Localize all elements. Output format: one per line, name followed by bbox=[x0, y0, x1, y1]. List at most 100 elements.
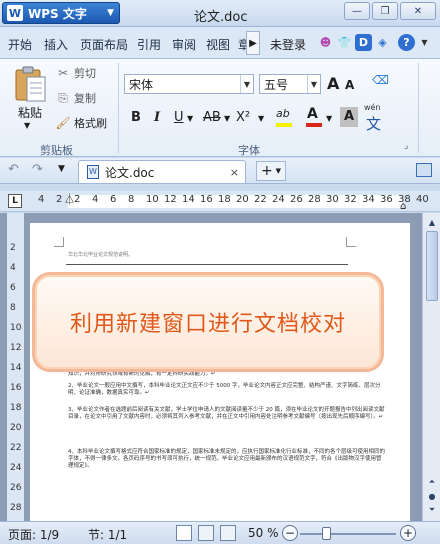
strikethrough-button[interactable]: AB bbox=[203, 110, 221, 125]
underline-button[interactable]: U bbox=[174, 110, 184, 125]
highlight-button[interactable]: ab bbox=[274, 107, 296, 129]
strikethrough-dropdown-icon[interactable]: ▼ bbox=[224, 114, 230, 123]
previous-page-icon[interactable]: ⏶ bbox=[425, 475, 439, 489]
sync-icon[interactable]: ◈ bbox=[374, 34, 391, 51]
close-tab-icon[interactable]: × bbox=[230, 166, 239, 179]
document-tab[interactable]: W 论文.doc × bbox=[78, 160, 246, 183]
font-size-combo[interactable]: 五号 ▼ bbox=[259, 74, 321, 94]
tab-stop-icon[interactable]: L bbox=[8, 194, 22, 208]
section-indicator[interactable]: 节: 1/1 bbox=[88, 526, 127, 543]
web-view-icon[interactable] bbox=[220, 525, 236, 541]
status-bar: 页面: 1/9 节: 1/1 50 % − + bbox=[0, 521, 440, 544]
font-dialog-launcher-icon[interactable]: ⌟ bbox=[404, 141, 408, 151]
underline-dropdown-icon[interactable]: ▼ bbox=[187, 114, 193, 123]
vruler-mark: 18 bbox=[10, 403, 22, 413]
shrink-font-icon[interactable]: A bbox=[345, 78, 354, 92]
font-color-dropdown-icon[interactable]: ▼ bbox=[326, 114, 332, 123]
chevron-down-icon: ▼ bbox=[275, 167, 282, 175]
zoom-level[interactable]: 50 % bbox=[248, 526, 279, 540]
highlight-icon: ab bbox=[276, 107, 290, 120]
vruler-mark: 24 bbox=[10, 463, 22, 473]
title-bar: W WPS 文字 ▼ 论文.doc — ❐ ✕ bbox=[0, 0, 440, 27]
format-painter-button[interactable]: 🖌 格式刷 bbox=[55, 115, 107, 131]
quick-access-dropdown-icon[interactable]: ▼ bbox=[58, 164, 65, 174]
ruler-mark: 40 bbox=[416, 194, 429, 205]
clear-format-icon[interactable]: ⌫ bbox=[372, 73, 390, 91]
ruler-mark: 22 bbox=[254, 194, 267, 205]
phonetic-guide-button[interactable]: wén 文 bbox=[362, 103, 392, 133]
new-tab-button[interactable]: + ▼ bbox=[256, 161, 286, 181]
shirt-icon[interactable]: 👕 bbox=[336, 34, 353, 51]
vruler-mark: 10 bbox=[10, 323, 22, 333]
help-dropdown-icon[interactable]: ▼ bbox=[416, 34, 433, 51]
copy-button[interactable]: ⎘ 复制 bbox=[56, 90, 96, 106]
right-indent-icon[interactable]: ⌂ bbox=[400, 201, 406, 212]
tab-start[interactable]: 开始 bbox=[8, 36, 32, 53]
left-indent-icon[interactable]: ⏃ bbox=[64, 191, 75, 207]
window-title: 论文.doc bbox=[194, 10, 248, 25]
triangle-down-icon: ▼ bbox=[107, 8, 114, 18]
zoom-slider-track[interactable] bbox=[300, 533, 396, 535]
login-status[interactable]: 未登录 bbox=[270, 36, 306, 53]
horizontal-ruler[interactable]: L 4 2 2 4 6 8 10 12 14 16 18 20 22 24 26 28 30 32 34 36 38 40… bbox=[0, 191, 440, 212]
tab-page-layout[interactable]: 页面布局 bbox=[80, 36, 128, 53]
char-shading-button[interactable]: A bbox=[340, 107, 358, 127]
scroll-up-icon[interactable]: ▲ bbox=[425, 215, 439, 229]
redo-icon[interactable]: ↷ bbox=[32, 162, 43, 177]
restore-button[interactable]: ❐ bbox=[372, 2, 398, 20]
cut-label: 剪切 bbox=[74, 67, 96, 80]
ruler-mark: 26 bbox=[290, 194, 303, 205]
scrollbar-thumb[interactable] bbox=[426, 231, 438, 301]
document-page[interactable]: 华北华北毕业论文规范说明。 知识，并对所研究领域有新的见解，有一定科研实践能力。… bbox=[30, 223, 410, 521]
corner-mark bbox=[346, 237, 356, 247]
menu-bar: 开始 插入 页面布局 引用 审阅 视图 章 ▶ 未登录 ☻ 👕 D ◈ ? ▼ bbox=[0, 27, 440, 59]
tab-review[interactable]: 审阅 bbox=[172, 36, 196, 53]
cut-button[interactable]: ✂ 剪切 bbox=[56, 65, 96, 81]
vruler-mark: 8 bbox=[10, 303, 16, 313]
ruler-mark: 18 bbox=[218, 194, 231, 205]
tab-view[interactable]: 视图 bbox=[206, 36, 230, 53]
minimize-button[interactable]: — bbox=[344, 2, 370, 20]
font-color-icon: A bbox=[307, 106, 318, 122]
help-icon[interactable]: ? bbox=[398, 34, 415, 51]
ruler-mark: 16 bbox=[200, 194, 213, 205]
undo-icon[interactable]: ↶ bbox=[8, 162, 19, 177]
font-name-combo[interactable]: 宋体 ▼ bbox=[124, 74, 254, 94]
vertical-ruler[interactable]: 2 4 6 8 10 12 14 16 18 20 22 24 26 28 bbox=[7, 213, 24, 521]
vertical-scrollbar[interactable]: ▲ ⏶ ● ⏷ bbox=[422, 213, 440, 521]
italic-button[interactable]: I bbox=[154, 110, 160, 125]
d-icon[interactable]: D bbox=[355, 34, 372, 51]
pinyin-label: wén bbox=[364, 103, 381, 112]
font-color-button[interactable]: A bbox=[304, 106, 324, 129]
close-button[interactable]: ✕ bbox=[400, 2, 436, 20]
select-browse-object-icon[interactable]: ● bbox=[425, 489, 439, 503]
wen-char-icon: 文 bbox=[366, 115, 382, 133]
zoom-out-button[interactable]: − bbox=[282, 525, 298, 541]
close-icon: ✕ bbox=[413, 5, 423, 17]
tab-chapter[interactable]: 章 bbox=[238, 36, 246, 53]
bold-button[interactable]: B bbox=[131, 110, 141, 125]
full-screen-view-icon[interactable] bbox=[198, 525, 214, 541]
tabs-scroll-button[interactable]: ▶ bbox=[246, 31, 260, 55]
wps-app-menu-button[interactable]: W WPS 文字 ▼ bbox=[2, 2, 120, 24]
ruler-mark: 36 bbox=[380, 194, 393, 205]
tab-references[interactable]: 引用 bbox=[137, 36, 161, 53]
restore-icon: ❐ bbox=[380, 5, 390, 17]
font-group-label: 字体 bbox=[238, 144, 260, 157]
ruler-mark: 4 bbox=[38, 194, 45, 205]
superscript-button[interactable]: X² bbox=[236, 110, 250, 125]
font-name-value: 宋体 bbox=[129, 77, 154, 92]
ruler-mark: 28 bbox=[308, 194, 321, 205]
superscript-dropdown-icon[interactable]: ▼ bbox=[258, 114, 264, 123]
tab-insert[interactable]: 插入 bbox=[44, 36, 68, 53]
zoom-in-button[interactable]: + bbox=[400, 525, 416, 541]
layout-toggle-icon[interactable] bbox=[416, 163, 432, 177]
grow-font-icon[interactable]: A bbox=[327, 74, 339, 93]
skin-icon[interactable]: ☻ bbox=[317, 34, 334, 51]
page-indicator[interactable]: 页面: 1/9 bbox=[8, 526, 59, 543]
next-page-icon[interactable]: ⏷ bbox=[425, 503, 439, 517]
zoom-slider-knob[interactable] bbox=[322, 527, 332, 540]
chevron-right-icon: ▶ bbox=[249, 37, 257, 49]
page-view-icon[interactable] bbox=[176, 525, 192, 541]
vruler-mark: 2 bbox=[10, 243, 16, 253]
